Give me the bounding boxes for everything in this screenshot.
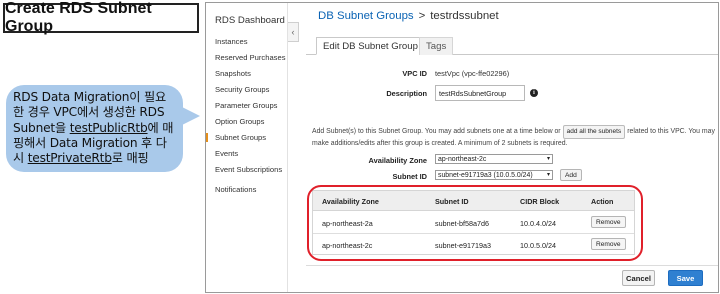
breadcrumb-separator: > (418, 10, 426, 22)
annotation-callout: RDS Data Migration이 필요 한 경우 VPC에서 생성한 RD… (6, 85, 200, 172)
sidebar-item-events[interactable]: Events (206, 149, 287, 158)
rds-console-window: RDS Dashboard Instances Reserved Purchas… (205, 2, 719, 293)
callout-line: Subnet을 testPublicRtb에 매 (13, 121, 177, 136)
sidebar-item-subnet-groups[interactable]: Subnet Groups (206, 133, 287, 142)
subnet-id-select[interactable]: subnet-e91719a3 (10.0.5.0/24) ▾ (435, 170, 553, 180)
dropdown-arrow-icon: ▾ (546, 172, 550, 178)
sidebar-item-reserved-purchases[interactable]: Reserved Purchases (206, 53, 287, 62)
callout-line: 핑해서 Data Migration 후 다 (13, 135, 167, 150)
highlight-annotation (307, 185, 643, 261)
add-subnet-button[interactable]: Add (560, 169, 582, 181)
help-text-part: Add Subnet(s) to this Subnet Group. You … (312, 128, 561, 135)
sidebar-item-snapshots[interactable]: Snapshots (206, 69, 287, 78)
footer-divider (306, 265, 718, 266)
breadcrumb-link-db-subnet-groups[interactable]: DB Subnet Groups (318, 10, 414, 22)
vpc-id-label: VPC ID (402, 69, 427, 78)
sidebar-item-dashboard[interactable]: RDS Dashboard (206, 15, 287, 26)
tab-bar: Edit DB Subnet Group Tags (306, 36, 718, 55)
subnet-id-label: Subnet ID (392, 172, 428, 181)
sidebar-item-option-groups[interactable]: Option Groups (206, 117, 287, 126)
vpc-id-value: testVpc (vpc-ffe02296) (435, 69, 510, 78)
tab-edit-db-subnet-group[interactable]: Edit DB Subnet Group (316, 37, 425, 55)
slide-title: Create RDS Subnet Group (3, 0, 199, 35)
callout-route-table-public: testPublicRtb (69, 120, 148, 135)
cancel-button[interactable]: Cancel (622, 270, 655, 286)
description-label: Description (386, 89, 427, 98)
callout-text: 시 (13, 151, 28, 166)
callout-text: Subnet을 (13, 120, 70, 135)
availability-zone-value: ap-northeast-2c (438, 156, 487, 163)
sidebar-item-instances[interactable]: Instances (206, 37, 287, 46)
callout-text: 로 매핑 (111, 151, 149, 166)
breadcrumb: DB Subnet Groups > testrdssubnet (318, 10, 499, 22)
dropdown-arrow-icon: ▾ (546, 156, 550, 162)
add-all-subnets-button[interactable]: add all the subnets (562, 125, 626, 139)
availability-zone-label: Availability Zone (368, 156, 427, 165)
callout-line: RDS Data Migration이 필요 (13, 90, 167, 104)
callout-line: 시 testPrivateRtb로 매핑 (13, 151, 177, 166)
sidebar-item-event-subscriptions[interactable]: Event Subscriptions (206, 165, 287, 174)
tab-tags[interactable]: Tags (419, 37, 454, 55)
sidebar-item-parameter-groups[interactable]: Parameter Groups (206, 101, 287, 110)
breadcrumb-current: testrdssubnet (430, 10, 499, 22)
callout-line: 한 경우 VPC에서 생성한 RDS (13, 105, 165, 120)
info-icon[interactable]: i (530, 89, 538, 97)
sidebar-item-security-groups[interactable]: Security Groups (206, 85, 287, 94)
collapse-sidebar-icon[interactable]: ‹ (288, 22, 299, 42)
sidebar-item-notifications[interactable]: Notifications (206, 185, 287, 194)
callout-route-table-private: testPrivateRtb (27, 151, 112, 166)
help-text: Add Subnet(s) to this Subnet Group. You … (312, 125, 718, 148)
callout-text: 에 매 (147, 120, 174, 135)
availability-zone-select[interactable]: ap-northeast-2c ▾ (435, 154, 553, 164)
subnet-id-value: subnet-e91719a3 (10.0.5.0/24) (438, 172, 533, 179)
sidebar: RDS Dashboard Instances Reserved Purchas… (206, 3, 288, 292)
description-input[interactable] (435, 85, 525, 101)
save-button[interactable]: Save (668, 270, 703, 286)
